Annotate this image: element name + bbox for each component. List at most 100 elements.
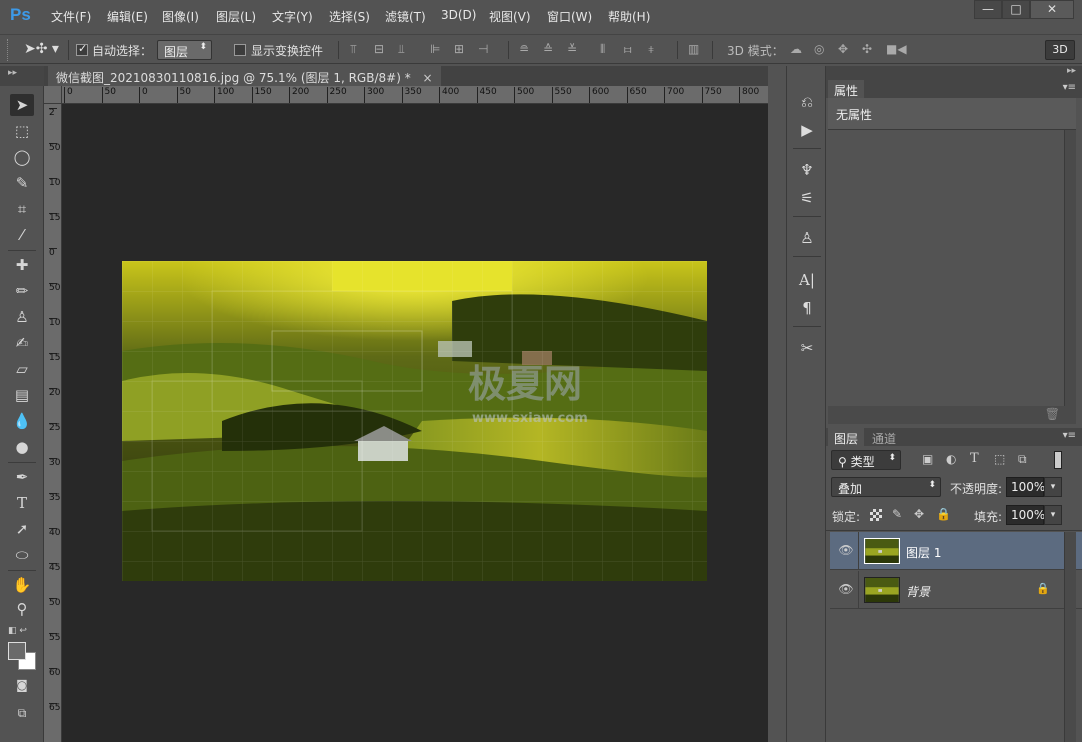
panel-menu-icon[interactable]: ▾≡ [1063,82,1076,93]
paragraph-panel-icon[interactable]: ¶ [795,296,819,320]
healing-brush-tool-icon[interactable]: ✚ [10,254,34,276]
stamp-tool-icon[interactable]: ♙ [10,306,34,328]
document-image[interactable]: 极夏网 www.sxiaw.com [122,261,707,581]
screen-mode-icon[interactable]: ⧉ [10,702,34,724]
menu-file[interactable]: 文件(F) [51,8,91,25]
layers-scrollbar[interactable] [1064,532,1076,742]
show-transform-checkbox[interactable] [234,44,246,56]
dodge-tool-icon[interactable]: ● [10,436,34,458]
menu-image[interactable]: 图像(I) [162,8,199,25]
fill-slider-toggle[interactable]: ▾ [1044,505,1062,525]
blur-tool-icon[interactable]: 💧 [10,410,34,432]
trash-icon[interactable]: 🗑 [1045,407,1060,421]
tab-layers[interactable]: 图层 [828,428,865,446]
layer-filter-dropdown[interactable]: ⚲ 类型 ⬍ [831,450,901,470]
menu-edit[interactable]: 编辑(E) [107,8,148,25]
minimize-button[interactable]: — [974,0,1002,19]
lock-brush-icon[interactable]: ✎ [892,507,902,521]
distribute-top-icon[interactable]: ≘ [519,42,533,57]
menu-layer[interactable]: 图层(L) [216,8,256,25]
roll-3d-icon[interactable]: ◎ [814,42,832,57]
visibility-eye-icon[interactable]: 👁 [838,543,854,559]
layer-thumbnail[interactable] [864,538,900,564]
auto-select-target-dropdown[interactable]: 图层 ⬍ [157,40,212,60]
brush-presets-icon[interactable]: ♆ [795,158,819,182]
horizontal-ruler[interactable]: 0 50 0 50 100 150 200 250 300 350 400 450 500 550 600 6… [62,86,768,104]
menu-window[interactable]: 窗口(W) [547,8,592,25]
menu-3d[interactable]: 3D(D) [441,8,476,22]
lasso-tool-icon[interactable]: ◯ [10,146,34,168]
vertical-scrollbar[interactable] [768,86,784,742]
rotate-3d-icon[interactable]: ☁ [790,42,808,57]
distribute-bottom-icon[interactable]: ≚ [567,42,581,57]
foreground-color-swatch[interactable] [8,642,26,660]
character-panel-icon[interactable]: A| [795,268,819,292]
brush-tool-icon[interactable]: ✏ [10,280,34,302]
grip-handle[interactable] [7,39,9,61]
layer-row-background[interactable]: 👁 背景 🔒 [830,571,1082,609]
layer-row-layer1[interactable]: 👁 图层 1 [830,532,1082,570]
scale-3d-icon[interactable]: ■◀ [886,42,907,57]
align-top-icon[interactable]: ⫪ [350,42,364,57]
history-panel-icon[interactable]: ⎌ [795,90,819,114]
filter-adjustment-icon[interactable]: ◐ [946,452,956,466]
ellipse-tool-icon[interactable]: ⬭ [10,544,34,566]
history-brush-tool-icon[interactable]: ✍ [10,332,34,354]
move-tool-icon[interactable]: ➤ [10,94,34,116]
opacity-input[interactable]: 100% [1006,477,1045,497]
menu-filter[interactable]: 滤镜(T) [385,8,426,25]
crop-tool-icon[interactable]: ⌗ [10,198,34,220]
lock-transparent-icon[interactable] [870,509,882,521]
ruler-origin[interactable] [44,86,62,104]
filter-toggle-switch[interactable] [1054,451,1062,469]
distribute-left-icon[interactable]: ⦀ [600,42,614,57]
zoom-tool-icon[interactable]: ⚲ [10,598,34,620]
tab-properties[interactable]: 属性 [828,80,865,98]
drag-3d-icon[interactable]: ✥ [838,42,856,57]
quick-select-tool-icon[interactable]: ✎ [10,172,34,194]
align-bottom-icon[interactable]: ⫫ [398,42,412,57]
marquee-tool-icon[interactable]: ⬚ [10,120,34,142]
gradient-tool-icon[interactable]: ▤ [10,384,34,406]
brush-panel-icon[interactable]: ⚟ [795,186,819,210]
blend-mode-dropdown[interactable]: 叠加 ⬍ [831,477,941,497]
filter-type-icon[interactable]: T [970,451,979,466]
actions-panel-icon[interactable]: ▶ [795,118,819,142]
canvas-area[interactable]: 极夏网 www.sxiaw.com [62,104,768,742]
lock-all-icon[interactable]: 🔒 [936,507,951,521]
auto-align-icon[interactable]: ▥ [688,42,702,57]
close-tab-icon[interactable]: × [423,71,433,85]
align-vcenter-icon[interactable]: ⊟ [374,42,388,57]
properties-scrollbar[interactable] [1064,130,1076,406]
slide-3d-icon[interactable]: ✣ [862,42,880,57]
menu-type[interactable]: 文字(Y) [272,8,313,25]
distribute-right-icon[interactable]: ⧧ [648,42,662,57]
document-tab[interactable]: 微信截图_20210830110816.jpg @ 75.1% (图层 1, R… [48,66,441,86]
menu-view[interactable]: 视图(V) [489,8,531,25]
fill-input[interactable]: 100% [1006,505,1045,525]
vertical-ruler[interactable]: 2501001500501001502002503003504004505005… [44,104,62,742]
filter-shape-icon[interactable]: ⬚ [994,452,1005,466]
lock-position-icon[interactable]: ✥ [914,507,924,521]
distribute-hcenter-icon[interactable]: ⧦ [624,42,638,57]
menu-select[interactable]: 选择(S) [329,8,370,25]
align-left-icon[interactable]: ⊫ [430,42,444,57]
opacity-slider-toggle[interactable]: ▾ [1044,477,1062,497]
tab-channels[interactable]: 通道 [866,428,902,446]
menu-help[interactable]: 帮助(H) [608,8,650,25]
pen-tool-icon[interactable]: ✒ [10,466,34,488]
workspace-3d-button[interactable]: 3D [1045,40,1075,60]
layer-thumbnail[interactable] [864,577,900,603]
clone-source-icon[interactable]: ♙ [795,226,819,250]
path-select-tool-icon[interactable]: ➚ [10,518,34,540]
hand-tool-icon[interactable]: ✋ [10,574,34,596]
close-window-button[interactable]: ✕ [1030,0,1074,19]
layers-panel-menu-icon[interactable]: ▾≡ [1063,430,1076,441]
move-tool-preset-icon[interactable]: ➤✣ ▾ [24,41,59,57]
align-right-icon[interactable]: ⊣ [478,42,492,57]
visibility-eye-icon[interactable]: 👁 [838,582,854,598]
distribute-vcenter-icon[interactable]: ≙ [543,42,557,57]
type-tool-icon[interactable]: T [10,492,34,514]
tool-presets-icon[interactable]: ✂ [795,336,819,360]
auto-select-checkbox[interactable]: ✓ [76,42,88,56]
